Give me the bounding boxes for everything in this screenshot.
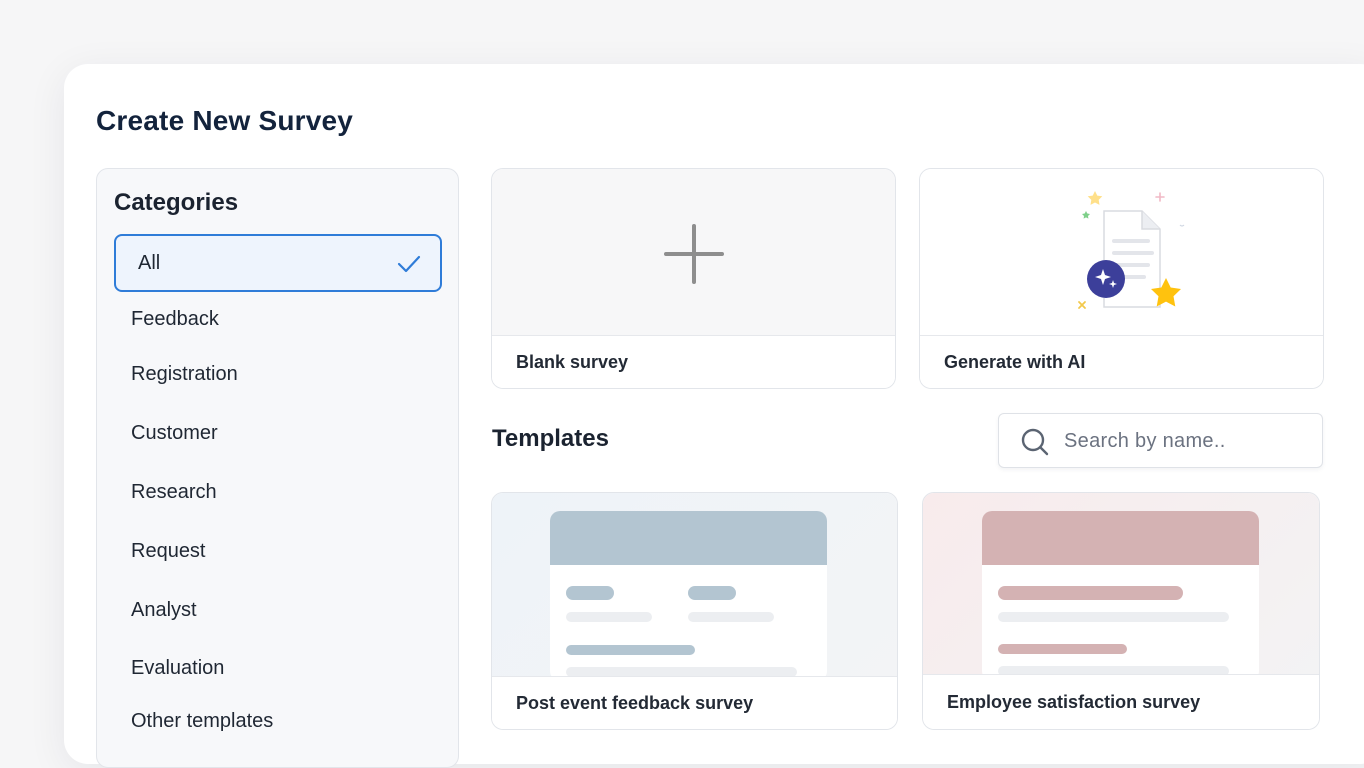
page-title: Create New Survey [96, 105, 354, 136]
category-item-all[interactable]: All [114, 234, 442, 292]
category-label: Other templates [131, 709, 274, 732]
generate-with-ai-label: Generate with AI [920, 335, 1323, 388]
ai-thumbnail [920, 169, 1323, 336]
plus-icon [664, 224, 724, 284]
category-label: Feedback [131, 307, 219, 330]
category-label: Analyst [131, 598, 197, 621]
category-item-evaluation[interactable]: Evaluation [114, 639, 442, 697]
category-item-research[interactable]: Research [114, 463, 442, 521]
category-item-registration[interactable]: Registration [114, 345, 442, 403]
template-search [998, 413, 1323, 468]
blank-survey-thumbnail [492, 169, 895, 336]
category-item-feedback[interactable]: Feedback [114, 290, 442, 348]
blank-survey-card[interactable]: Blank survey [491, 168, 896, 389]
template-card-employee-satisfaction[interactable]: Employee satisfaction survey [922, 492, 1320, 730]
blank-survey-label: Blank survey [492, 335, 895, 388]
categories-sidebar: Categories All Feedback Registration Cus… [96, 168, 459, 768]
generate-with-ai-card[interactable]: Generate with AI [919, 168, 1324, 389]
template-label: Post event feedback survey [492, 676, 897, 729]
template-thumbnail [492, 493, 897, 681]
category-label: Registration [131, 362, 238, 385]
check-icon [397, 255, 421, 273]
category-item-analyst[interactable]: Analyst [114, 581, 442, 639]
template-preview-illustration [550, 511, 827, 681]
template-preview-illustration [982, 511, 1259, 681]
category-label: Research [131, 480, 217, 503]
template-card-post-event-feedback[interactable]: Post event feedback survey [491, 492, 898, 730]
templates-title: Templates [492, 425, 609, 452]
category-label: Customer [131, 421, 218, 444]
search-input[interactable] [1064, 424, 1304, 458]
category-item-request[interactable]: Request [114, 522, 442, 580]
category-label: Evaluation [131, 656, 225, 679]
category-item-customer[interactable]: Customer [114, 404, 442, 462]
category-item-other-templates[interactable]: Other templates [114, 692, 442, 750]
template-label: Employee satisfaction survey [923, 674, 1319, 729]
search-icon [1021, 428, 1049, 456]
ai-document-illustration [1078, 191, 1185, 309]
category-label: Request [131, 539, 206, 562]
category-label: All [138, 251, 161, 274]
categories-title: Categories [114, 189, 239, 216]
template-thumbnail [923, 493, 1319, 681]
